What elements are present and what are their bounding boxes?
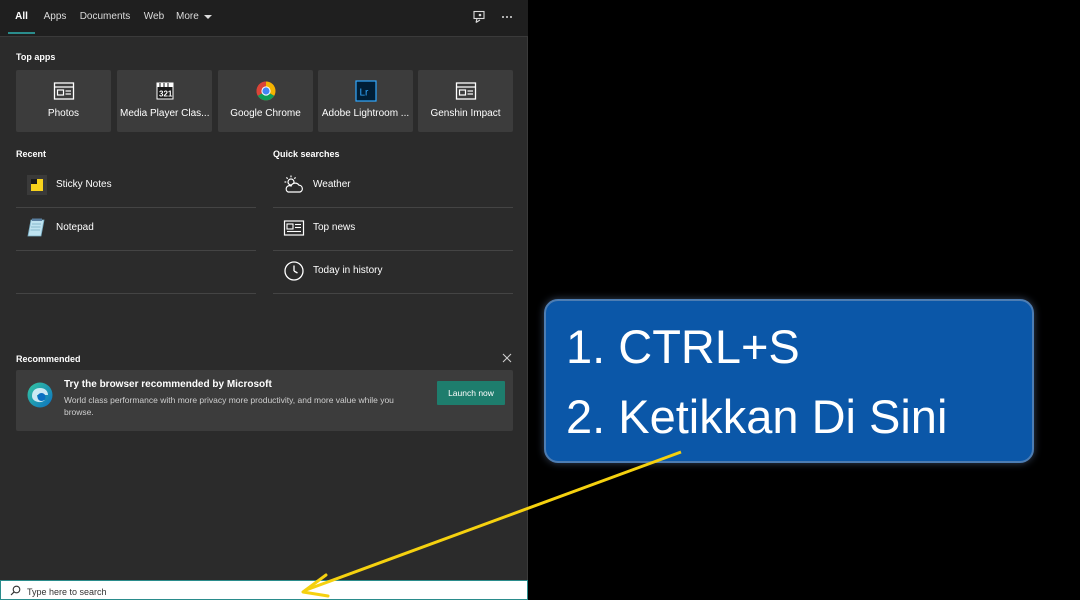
recent-item-label: Sticky Notes [56, 179, 112, 190]
recent-title: Recent [16, 149, 47, 159]
instruction-callout: 1. CTRL+S 2. Ketikkan Di Sini [544, 299, 1034, 463]
top-app-genshin-impact[interactable]: Genshin Impact [418, 70, 513, 132]
top-app-label: Photos [47, 108, 80, 119]
quick-searches-title: Quick searches [273, 149, 340, 159]
launch-now-button[interactable]: Launch now [437, 381, 505, 405]
recent-item-sticky-notes[interactable]: Sticky Notes [16, 166, 256, 208]
quick-search-top-news[interactable]: Top news [273, 209, 513, 251]
tab-documents[interactable]: Documents [78, 0, 132, 34]
search-icon [10, 585, 21, 596]
photos-icon [53, 82, 75, 100]
top-app-google-chrome[interactable]: Google Chrome [218, 70, 313, 132]
start-search-panel: All Apps Documents Web More Top apps Pho… [0, 0, 528, 600]
tab-apps[interactable]: Apps [40, 0, 70, 34]
top-apps-title: Top apps [16, 52, 56, 62]
search-tab-bar: All Apps Documents Web More [0, 0, 528, 37]
tab-more[interactable]: More [176, 0, 202, 34]
recommended-card[interactable]: Try the browser recommended by Microsoft… [16, 370, 513, 431]
media-player-icon: 321 [156, 82, 174, 100]
top-app-label: Adobe Lightroom ... [321, 108, 410, 119]
recommended-card-title: Try the browser recommended by Microsoft [64, 379, 272, 390]
notepad-icon [27, 218, 45, 237]
quick-search-weather[interactable]: Weather [273, 166, 513, 208]
quick-search-label: Today in history [313, 265, 383, 276]
tab-web[interactable]: Web [140, 0, 168, 34]
lightroom-icon: Lr [355, 80, 377, 102]
chevron-down-icon[interactable] [203, 13, 213, 21]
clock-icon [284, 261, 304, 281]
weather-icon [284, 175, 303, 193]
edge-icon [27, 382, 53, 408]
sticky-notes-icon [27, 175, 47, 195]
more-options-icon[interactable] [500, 10, 514, 24]
search-input[interactable]: Type here to search [27, 587, 107, 597]
chrome-icon [256, 81, 276, 101]
callout-line-2: 2. Ketikkan Di Sini [566, 390, 948, 443]
quick-search-today-in-history[interactable]: Today in history [273, 252, 513, 294]
recommended-card-description: World class performance with more privac… [64, 395, 394, 417]
quick-search-label: Weather [313, 179, 351, 190]
top-app-photos[interactable]: Photos [16, 70, 111, 132]
recent-item-label: Notepad [56, 222, 94, 233]
taskbar-search-box[interactable]: Type here to search [0, 580, 528, 600]
top-app-label: Genshin Impact [430, 108, 501, 119]
active-tab-indicator [8, 32, 35, 34]
svg-text:Lr: Lr [360, 88, 370, 99]
svg-text:321: 321 [159, 90, 173, 99]
quick-search-label: Top news [313, 222, 356, 233]
app-window-icon [455, 82, 477, 100]
callout-line-1: 1. CTRL+S [566, 320, 800, 373]
recent-empty-row [16, 252, 256, 294]
close-icon[interactable] [502, 353, 512, 363]
top-app-label: Media Player Clas... [120, 108, 209, 119]
feedback-icon[interactable] [472, 10, 486, 24]
top-app-adobe-lightroom[interactable]: Lr Adobe Lightroom ... [318, 70, 413, 132]
top-app-label: Google Chrome [230, 108, 301, 119]
news-icon [283, 220, 305, 236]
recommended-title: Recommended [16, 354, 81, 364]
tab-all[interactable]: All [8, 0, 35, 34]
top-app-media-player[interactable]: 321 Media Player Clas... [117, 70, 212, 132]
recent-item-notepad[interactable]: Notepad [16, 209, 256, 251]
